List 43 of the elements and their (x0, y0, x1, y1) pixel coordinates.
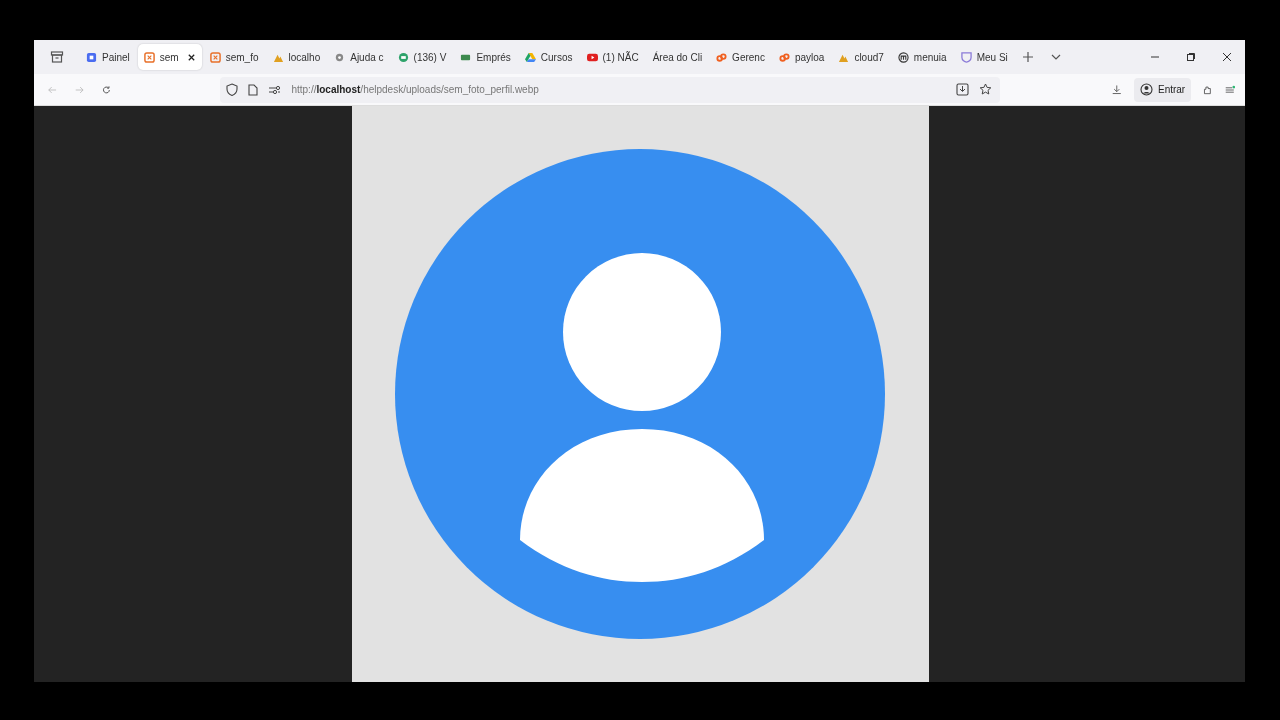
page-icon (248, 83, 259, 96)
browser-tab[interactable]: sem (137, 44, 202, 70)
restore-icon[interactable] (1186, 52, 1196, 62)
browser-tab[interactable]: cloud7 (832, 44, 890, 70)
browser-tab[interactable]: Cursos (518, 44, 579, 70)
tab-overview-icon[interactable] (50, 50, 64, 64)
browser-tab[interactable]: menuia (891, 44, 953, 70)
browser-tab[interactable]: Painel (80, 44, 136, 70)
triangle-icon (524, 51, 536, 63)
new-tab-icon[interactable] (1021, 51, 1034, 63)
browser-tab[interactable]: payloa (772, 44, 831, 70)
box-icon (209, 51, 221, 63)
url-text: http://localhost/helpdesk/uploads/sem_foto_perfil.webp (291, 84, 539, 95)
browser-tab[interactable]: sem_fo (203, 44, 265, 70)
box-icon (143, 51, 155, 63)
link-icon (716, 51, 728, 63)
browser-tab[interactable]: Gerenc (710, 44, 771, 70)
shield-icon (960, 51, 972, 63)
letter-circle-icon (897, 51, 909, 63)
browser-tab[interactable]: (136) V (391, 44, 453, 70)
browser-tab[interactable]: Emprés (454, 44, 517, 70)
account-button[interactable]: Entrar (1133, 77, 1192, 102)
gear-icon (334, 51, 346, 63)
permissions-icon[interactable] (268, 84, 282, 95)
browser-tab[interactable]: Ajuda c (328, 44, 390, 70)
shield-icon[interactable] (226, 83, 239, 96)
browser-tab[interactable]: localho (266, 44, 327, 70)
square-icon (86, 51, 97, 63)
address-bar[interactable]: http://localhost/helpdesk/uploads/sem_foto_perfil.webp (220, 76, 1001, 103)
save-page-icon[interactable] (956, 83, 970, 96)
reload-icon[interactable] (101, 83, 111, 96)
close-icon[interactable] (186, 52, 196, 62)
account-icon (1139, 83, 1153, 96)
download-icon[interactable] (1112, 83, 1122, 96)
video-icon (586, 51, 598, 63)
star-icon[interactable] (979, 83, 993, 96)
close-icon[interactable] (1222, 52, 1232, 62)
browser-tab[interactable]: (1) NÃC (580, 44, 645, 70)
browser-tab[interactable]: Área do Cli (646, 44, 709, 70)
browser-tab[interactable]: Meu Si (954, 44, 1014, 70)
menu-icon[interactable] (1224, 83, 1235, 96)
link-icon (778, 51, 790, 63)
chat-icon (397, 51, 409, 63)
